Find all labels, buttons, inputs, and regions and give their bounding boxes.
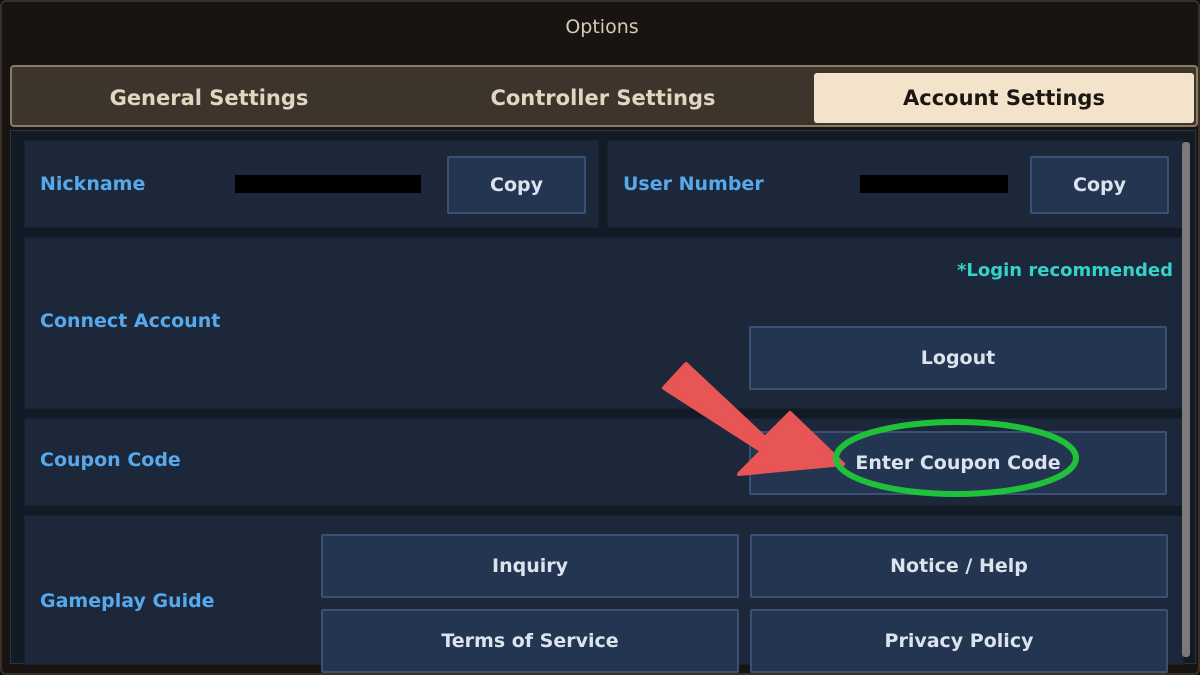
connect-account-panel: Connect Account *Login recommended Logou… xyxy=(24,237,1184,409)
inquiry-button[interactable]: Inquiry xyxy=(321,534,739,598)
connect-account-label: Connect Account xyxy=(40,310,221,332)
gameplay-guide-label: Gameplay Guide xyxy=(40,590,215,612)
nickname-value-redacted xyxy=(235,175,421,193)
gameplay-guide-panel: Gameplay Guide Inquiry Notice / Help Ter… xyxy=(24,515,1184,673)
logout-button[interactable]: Logout xyxy=(749,326,1167,390)
privacy-policy-button[interactable]: Privacy Policy xyxy=(750,609,1168,673)
user-number-label: User Number xyxy=(623,173,764,195)
notice-help-button[interactable]: Notice / Help xyxy=(750,534,1168,598)
user-number-panel: User Number Copy xyxy=(607,140,1184,228)
window-title: Options xyxy=(565,16,639,38)
nickname-label: Nickname xyxy=(40,173,146,195)
vertical-scrollbar[interactable] xyxy=(1182,142,1190,657)
terms-of-service-button[interactable]: Terms of Service xyxy=(321,609,739,673)
tab-controller-settings[interactable]: Controller Settings xyxy=(410,73,796,123)
tab-account-settings[interactable]: Account Settings xyxy=(814,73,1194,123)
tab-general-settings[interactable]: General Settings xyxy=(16,73,402,123)
account-settings-content: Nickname Copy User Number Copy Connect A… xyxy=(10,130,1196,673)
coupon-code-label: Coupon Code xyxy=(40,449,181,471)
tab-bar: General Settings Controller Settings Acc… xyxy=(10,65,1198,127)
copy-user-number-button[interactable]: Copy xyxy=(1030,156,1169,214)
user-number-value-redacted xyxy=(860,175,1008,193)
nickname-panel: Nickname Copy xyxy=(24,140,599,228)
coupon-code-panel: Coupon Code Enter Coupon Code xyxy=(24,418,1184,506)
login-recommended-note: *Login recommended xyxy=(956,260,1173,281)
enter-coupon-code-button[interactable]: Enter Coupon Code xyxy=(749,431,1167,495)
options-window: Options General Settings Controller Sett… xyxy=(0,0,1200,675)
copy-nickname-button[interactable]: Copy xyxy=(447,156,586,214)
